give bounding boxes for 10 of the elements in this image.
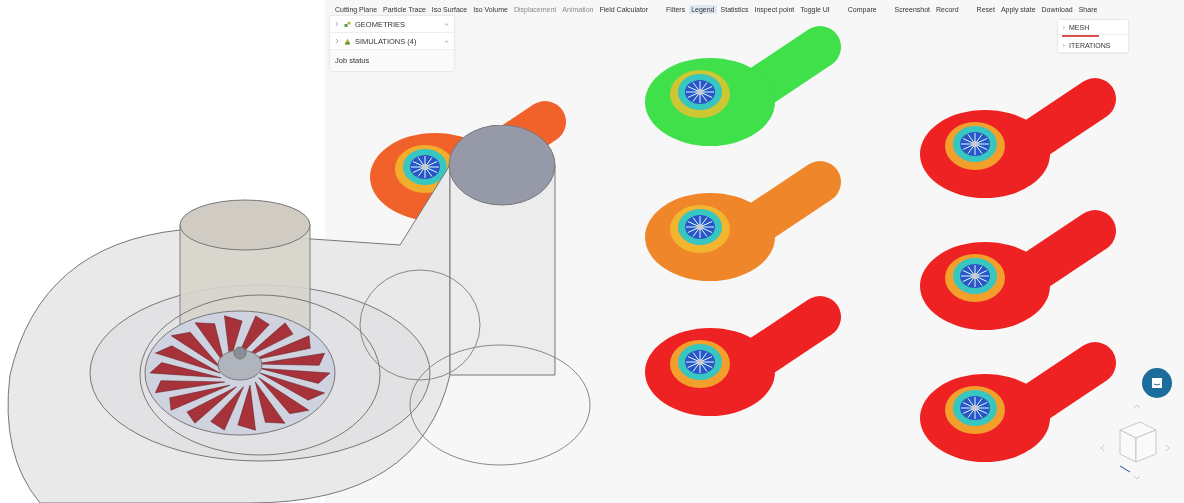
dropdown-icon [444, 21, 449, 27]
triangle-icon [344, 37, 351, 45]
shapes-icon [344, 20, 351, 28]
chevron-icon [335, 38, 340, 44]
chat-button[interactable] [1142, 368, 1172, 398]
chat-icon [1151, 377, 1163, 389]
chevron-icon [335, 21, 340, 27]
dropdown-icon [444, 38, 449, 44]
chevron-icon [1062, 42, 1066, 48]
chevron-icon [1062, 24, 1066, 30]
